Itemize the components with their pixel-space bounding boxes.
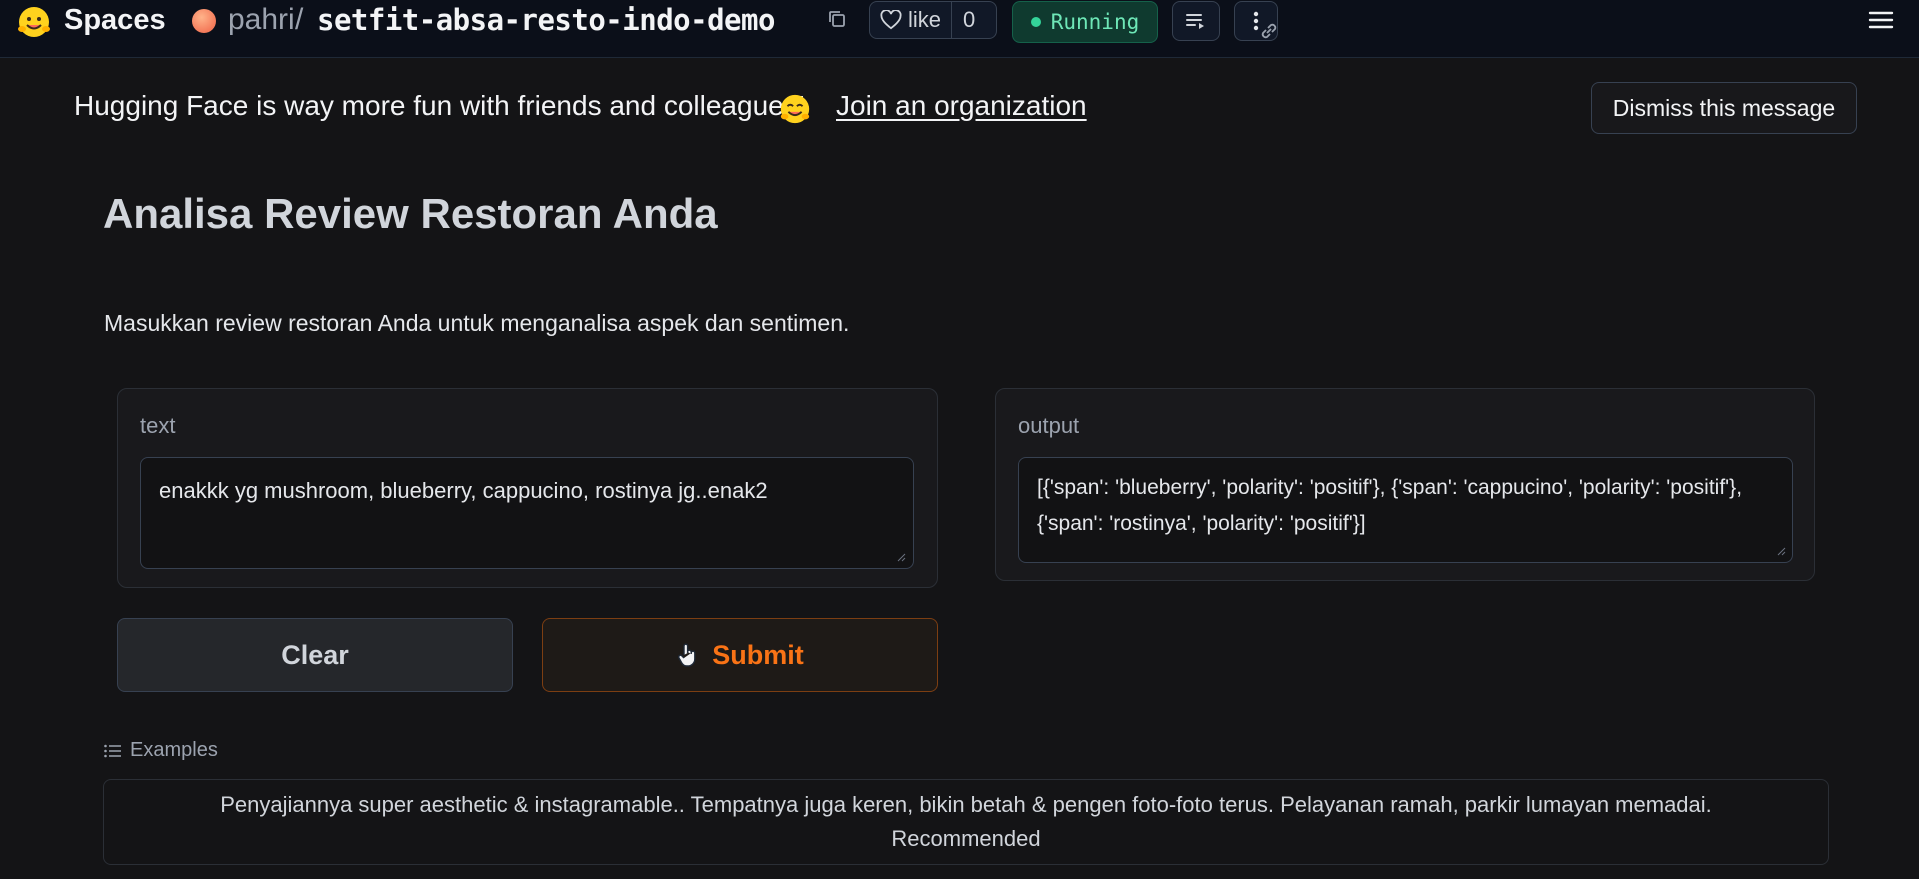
hand-cursor-icon xyxy=(678,643,696,667)
list-icon xyxy=(104,744,121,757)
example-item[interactable]: Penyajiannya super aesthetic & instagram… xyxy=(103,779,1829,865)
spaces-nav-link[interactable]: Spaces xyxy=(64,2,166,38)
hugging-face-logo-icon[interactable] xyxy=(16,4,52,40)
clear-button[interactable]: Clear xyxy=(117,618,513,692)
resize-handle-icon[interactable] xyxy=(896,552,906,562)
path-separator: / xyxy=(295,3,304,36)
hamburger-menu-icon[interactable] xyxy=(1868,8,1894,32)
submit-button[interactable]: Submit xyxy=(542,618,938,692)
output-panel: output [{'span': 'blueberry', 'polarity'… xyxy=(995,388,1815,581)
app-title: Analisa Review Restoran Anda xyxy=(103,190,718,237)
heart-icon xyxy=(880,10,902,30)
output-label: output xyxy=(1018,413,1080,438)
logs-icon xyxy=(1186,14,1204,29)
org-banner-message: Hugging Face is way more fun with friend… xyxy=(74,90,806,121)
review-text-input[interactable]: enakkk yg mushroom, blueberry, cappucino… xyxy=(140,457,914,569)
repo-owner-link[interactable]: pahri xyxy=(228,1,295,39)
logs-button[interactable] xyxy=(1172,1,1220,41)
examples-label: Examples xyxy=(130,739,218,761)
join-organization-link[interactable]: Join an organization xyxy=(836,90,1087,122)
resize-handle-icon[interactable] xyxy=(1776,546,1786,556)
dismiss-message-button[interactable]: Dismiss this message xyxy=(1591,82,1857,134)
owner-avatar xyxy=(192,9,216,33)
like-count: 0 xyxy=(963,7,976,32)
like-label: like xyxy=(908,7,942,32)
top-navigation-bar: Spaces pahri / setfit-absa-resto-indo-de… xyxy=(0,0,1919,58)
link-icon xyxy=(1258,20,1280,42)
status-text: Running xyxy=(1050,10,1140,34)
repo-name-link[interactable]: setfit-absa-resto-indo-demo xyxy=(317,1,775,39)
status-badge[interactable]: Running xyxy=(1012,1,1158,43)
like-button[interactable]: like 0 xyxy=(869,1,997,39)
status-dot-icon xyxy=(1030,17,1041,27)
text-input-panel: text enakkk yg mushroom, blueberry, capp… xyxy=(117,388,938,588)
output-textbox[interactable]: [{'span': 'blueberry', 'polarity': 'posi… xyxy=(1018,457,1793,563)
text-input-label: text xyxy=(140,413,176,438)
hugging-face-emoji-icon xyxy=(778,92,812,126)
submit-label: Submit xyxy=(712,639,804,670)
copy-icon[interactable] xyxy=(826,8,848,30)
app-description: Masukkan review restoran Anda untuk meng… xyxy=(104,310,850,336)
examples-header: Examples xyxy=(104,739,218,762)
